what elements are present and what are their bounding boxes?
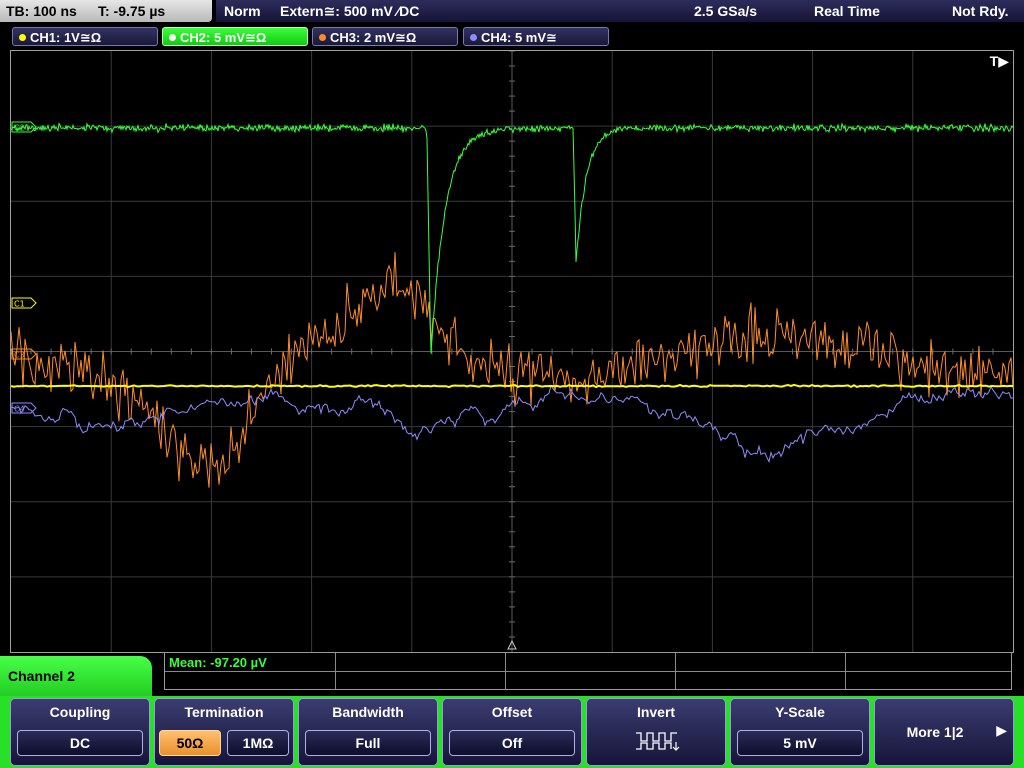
- trigger-indicator-icon: T▶: [989, 53, 1009, 69]
- ch3-label: CH3: 2 mV≅Ω: [330, 30, 417, 45]
- tab-ch4[interactable]: CH4: 5 mV≅: [463, 27, 609, 46]
- more-label: More 1|2: [906, 724, 964, 740]
- menu-title: Channel 2: [0, 656, 152, 700]
- status-bar: TB: 100 ns T: -9.75 µs Norm Extern≅: 500…: [0, 0, 1024, 24]
- measurement-divider: [845, 653, 846, 689]
- coupling-value: DC: [17, 730, 143, 756]
- yscale-value: 5 mV: [737, 730, 863, 756]
- invert-softkey[interactable]: Invert: [586, 698, 726, 766]
- yscale-softkey[interactable]: Y-Scale 5 mV: [730, 698, 870, 766]
- ch2-label: CH2: 5 mV≅Ω: [180, 30, 267, 45]
- ch2-color-icon: [169, 34, 176, 41]
- ch1-color-icon: [19, 34, 26, 41]
- run-state: Not Rdy.: [952, 3, 1009, 19]
- invert-title: Invert: [636, 704, 676, 720]
- measurement-divider: [675, 653, 676, 689]
- termination-softkey[interactable]: Termination 50Ω 1MΩ: [154, 698, 294, 766]
- tab-ch1[interactable]: CH1: 1V≅Ω: [12, 27, 158, 46]
- mean-measurement: Mean: -97.20 µV: [169, 655, 267, 670]
- graticule: [11, 51, 1013, 652]
- measurement-divider: [505, 653, 506, 689]
- bandwidth-value: Full: [305, 730, 431, 756]
- more-arrow-icon: ▶: [996, 722, 1007, 738]
- trigger-source: Extern≅: 500 mV ⁄DC: [280, 3, 420, 19]
- sample-rate: 2.5 GSa/s: [694, 3, 758, 19]
- trigger-time-readout: T: -9.75 µs: [98, 3, 166, 19]
- termination-title: Termination: [184, 704, 264, 720]
- termination-50ohm-option[interactable]: 50Ω: [159, 730, 221, 756]
- tab-ch2[interactable]: CH2: 5 mV≅Ω: [162, 27, 308, 46]
- yscale-title: Y-Scale: [775, 704, 825, 720]
- measurement-divider: [165, 671, 1011, 672]
- timebase-readout: TB: 100 ns: [6, 3, 77, 19]
- channel-marker[interactable]: C1: [11, 297, 37, 309]
- waveform-canvas: C1C3C4C2: [11, 51, 1013, 652]
- acquisition-mode: Real Time: [814, 3, 880, 19]
- coupling-softkey[interactable]: Coupling DC: [10, 698, 150, 766]
- bandwidth-softkey[interactable]: Bandwidth Full: [298, 698, 438, 766]
- measurement-panel[interactable]: Mean: -97.20 µV: [164, 652, 1012, 690]
- ch4-color-icon: [470, 34, 477, 41]
- offset-softkey[interactable]: Offset Off: [442, 698, 582, 766]
- tab-ch3[interactable]: CH3: 2 mV≅Ω: [312, 27, 458, 46]
- measurement-divider: [335, 653, 336, 689]
- timebase-box[interactable]: TB: 100 ns T: -9.75 µs: [0, 0, 212, 22]
- termination-1mohm-option[interactable]: 1MΩ: [227, 730, 289, 756]
- trigger-mode: Norm: [224, 3, 261, 19]
- waveform-display[interactable]: C1 C3 C4 C2 T▶: [10, 50, 1014, 653]
- ch3-color-icon: [319, 34, 326, 41]
- coupling-title: Coupling: [49, 704, 111, 720]
- invert-waveform-icon: [636, 732, 680, 751]
- offset-title: Offset: [491, 704, 533, 720]
- ch1-label: CH1: 1V≅Ω: [30, 30, 102, 45]
- ch4-label: CH4: 5 mV≅: [481, 30, 557, 45]
- trigger-status-strip[interactable]: Norm Extern≅: 500 mV ⁄DC 2.5 GSa/s Real …: [216, 0, 1024, 22]
- bandwidth-title: Bandwidth: [332, 704, 404, 720]
- svg-text:C1: C1: [14, 300, 25, 309]
- offset-value: Off: [449, 730, 575, 756]
- more-softkey[interactable]: More 1|2 ▶: [874, 698, 1014, 766]
